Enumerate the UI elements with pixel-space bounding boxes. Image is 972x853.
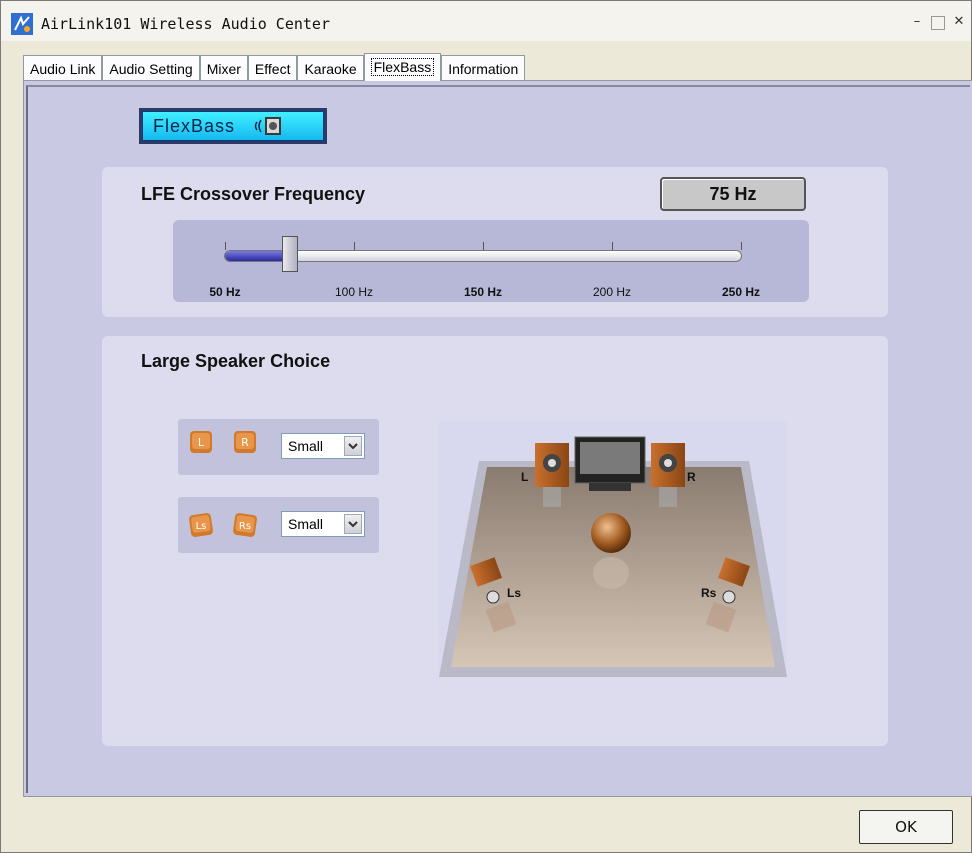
tab-information[interactable]: Information: [441, 55, 526, 81]
tab-audio-link[interactable]: Audio Link: [23, 55, 103, 81]
surround-speaker-row: Ls Rs Small: [178, 497, 379, 553]
chevron-down-icon[interactable]: [344, 514, 362, 534]
crossover-slider-fill: [225, 251, 290, 261]
slider-tick: [483, 242, 484, 250]
tick-label-250: 250 Hz: [721, 285, 761, 299]
speaker-room-diagram: L R Ls Rs: [439, 421, 787, 677]
tick-label-150: 150 Hz: [463, 285, 503, 299]
tab-flexbass-label: FlexBass: [370, 58, 435, 76]
svg-text:Ls: Ls: [196, 521, 207, 532]
chevron-down-icon[interactable]: [344, 436, 362, 456]
minimize-icon[interactable]: –: [909, 15, 925, 31]
speaker-title: Large Speaker Choice: [141, 351, 331, 371]
lfe-title: LFE Crossover Frequency: [141, 184, 366, 204]
left-speaker-icon: L: [190, 431, 212, 453]
room-label-r: R: [687, 470, 696, 484]
room-label-ls: Ls: [507, 586, 521, 600]
window-title: AirLink101 Wireless Audio Center: [41, 15, 330, 33]
slider-tick: [741, 242, 742, 250]
flexbass-button-label: FlexBass: [153, 115, 236, 136]
slider-tick: [612, 242, 613, 250]
slider-tick: [354, 242, 355, 250]
title-bar: AirLink101 Wireless Audio Center – ✕: [1, 1, 971, 41]
room-label-l: L: [521, 470, 528, 484]
front-speaker-select[interactable]: Small: [281, 433, 365, 459]
right-speaker-icon: R: [234, 431, 256, 453]
crossover-slider-thumb[interactable]: [281, 236, 298, 272]
surround-speaker-select[interactable]: Small: [281, 511, 365, 537]
frequency-readout: 75 Hz: [660, 177, 806, 211]
room-label-rs: Rs: [701, 586, 717, 600]
tab-flexbass[interactable]: FlexBass: [363, 53, 442, 81]
tick-label-200: 200 Hz: [592, 285, 632, 299]
crossover-slider-track[interactable]: [224, 250, 742, 262]
svg-text:L: L: [198, 436, 205, 449]
close-icon[interactable]: ✕: [951, 15, 967, 31]
surround-speaker-value: Small: [288, 516, 324, 532]
app-icon: [11, 13, 33, 35]
speaker-sound-icon: [254, 117, 282, 135]
tab-karaoke[interactable]: Karaoke: [297, 55, 364, 81]
front-speaker-row: L R Small: [178, 419, 379, 475]
maximize-icon[interactable]: [931, 16, 945, 30]
svg-text:R: R: [241, 436, 249, 449]
tab-audio-setting[interactable]: Audio Setting: [102, 55, 200, 81]
app-window: AirLink101 Wireless Audio Center – ✕ Aud…: [0, 0, 972, 853]
flexbass-toggle-button[interactable]: FlexBass: [139, 108, 327, 144]
tick-label-50: 50 Hz: [209, 285, 241, 299]
tab-effect[interactable]: Effect: [247, 55, 298, 81]
left-surround-speaker-icon: Ls: [189, 513, 213, 537]
front-speaker-value: Small: [288, 438, 324, 454]
right-surround-speaker-icon: Rs: [233, 513, 257, 537]
tab-bar: Audio Link Audio Setting Mixer Effect Ka…: [23, 53, 526, 81]
tab-mixer[interactable]: Mixer: [199, 55, 248, 81]
svg-text:Rs: Rs: [239, 521, 251, 532]
tick-label-100: 100 Hz: [334, 285, 374, 299]
ok-button[interactable]: OK: [859, 810, 953, 844]
slider-tick: [225, 242, 226, 250]
